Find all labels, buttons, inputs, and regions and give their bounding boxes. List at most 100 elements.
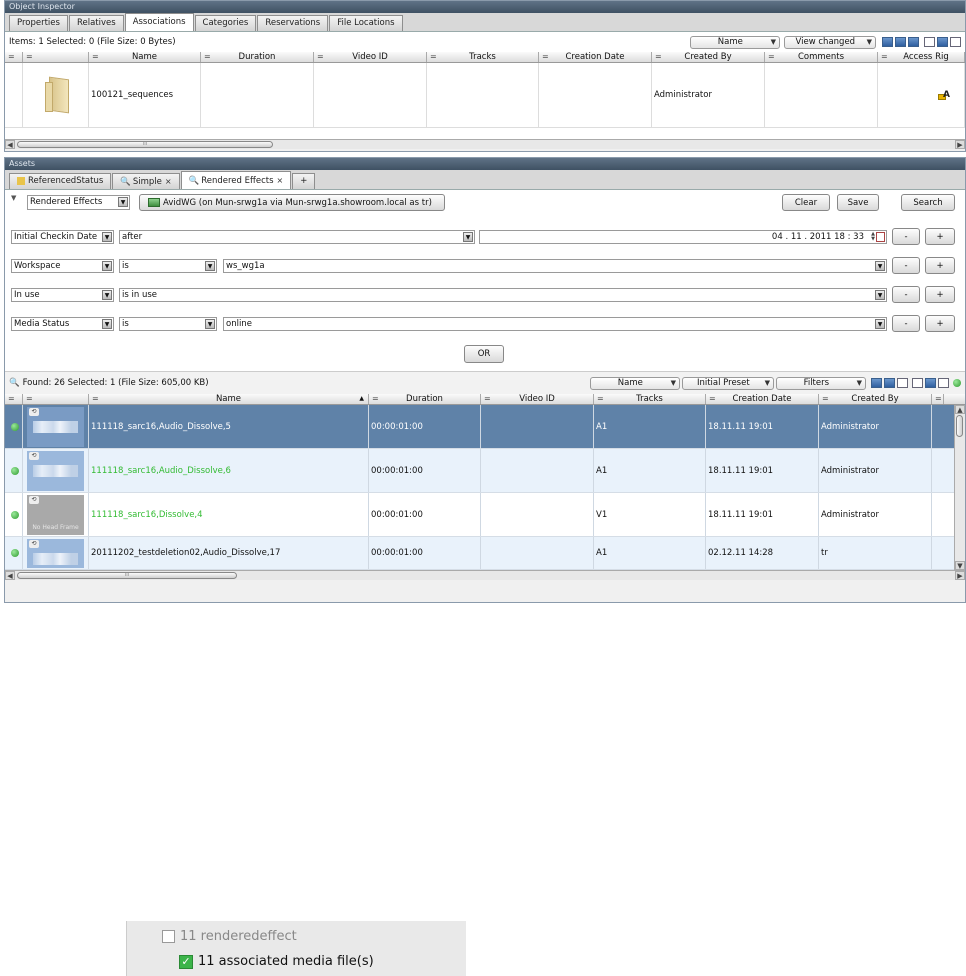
spinner-icon[interactable]: ▲ ▼ xyxy=(871,232,875,242)
detail-view-icon[interactable] xyxy=(895,37,906,47)
query-type-select[interactable]: Rendered Effects ▼ xyxy=(27,195,130,210)
add-filter-button[interactable]: + xyxy=(925,315,955,332)
calendar-icon[interactable] xyxy=(876,232,885,242)
grid-view-icon[interactable] xyxy=(897,378,908,388)
checkbox-checked-icon[interactable]: ✓ xyxy=(179,954,193,969)
sort-combo[interactable]: Name ▼ xyxy=(690,35,780,49)
layout-view-icon[interactable] xyxy=(924,37,935,47)
tab-referenced-status[interactable]: ReferencedStatus xyxy=(9,173,112,189)
tab-associations[interactable]: Associations xyxy=(124,13,194,31)
column-header-video-id[interactable]: = Video ID xyxy=(314,52,427,62)
grid-view-icon[interactable] xyxy=(908,37,919,47)
scroll-right-icon[interactable]: ▶ xyxy=(955,571,965,580)
filters-combo[interactable]: Filters ▼ xyxy=(776,376,866,390)
table-row[interactable]: No Head Frame ⟲ 111118_sarc16,Dissolve,4 00… xyxy=(5,493,965,537)
column-header-extra[interactable]: = xyxy=(932,394,944,404)
column-header-status[interactable]: = xyxy=(5,52,23,62)
preset-combo[interactable]: Initial Preset ▼ xyxy=(682,376,774,390)
column-header-name[interactable]: = Name xyxy=(89,52,201,62)
results-vscroll[interactable]: ▲ ▼ xyxy=(954,405,965,570)
column-header-created-by[interactable]: = Created By xyxy=(819,394,932,404)
column-header-access-rights[interactable]: = Access Rig xyxy=(878,52,965,62)
scroll-thumb[interactable]: III xyxy=(17,572,237,579)
column-header-thumb[interactable]: = xyxy=(23,394,89,404)
results-sort-combo[interactable]: Name ▼ xyxy=(590,376,680,390)
column-header-tracks[interactable]: = Tracks xyxy=(594,394,706,404)
column-header-duration[interactable]: = Duration xyxy=(201,52,314,62)
column-header-creation-date[interactable]: = Creation Date xyxy=(706,394,819,404)
column-header-comments[interactable]: = Comments xyxy=(765,52,878,62)
filter-op-select[interactable]: is in use ▼ xyxy=(119,288,887,302)
scroll-thumb[interactable]: III xyxy=(17,141,273,148)
date-time-field[interactable]: 04 . 11 . 2011 18 : 33 ▲ ▼ xyxy=(479,230,887,244)
column-header-video-id[interactable]: = Video ID xyxy=(481,394,594,404)
filter-op-label: after xyxy=(122,232,143,242)
legend-item-renderedeffect[interactable]: 11 renderedeffect xyxy=(162,929,297,944)
legend-item-media-files[interactable]: ✓ 11 associated media file(s) xyxy=(179,954,374,969)
tab-properties[interactable]: Properties xyxy=(9,15,68,31)
filter-field-select[interactable]: Workspace ▼ xyxy=(11,259,114,273)
column-creation-date-label: Creation Date xyxy=(732,394,792,404)
object-inspector-hscroll[interactable]: ◀ III ▶ xyxy=(5,139,965,149)
remove-filter-button[interactable]: - xyxy=(892,228,920,245)
layout-view-2-icon[interactable] xyxy=(937,37,948,47)
tab-rendered-effects[interactable]: 🔍 Rendered Effects × xyxy=(180,171,292,189)
layout-view-3-icon[interactable] xyxy=(938,378,949,388)
vscroll-thumb[interactable] xyxy=(956,415,963,437)
filter-op-select[interactable]: after ▼ xyxy=(119,230,475,244)
layout-view-icon[interactable] xyxy=(912,378,923,388)
remove-filter-button[interactable]: - xyxy=(892,315,920,332)
close-icon[interactable]: × xyxy=(277,176,284,185)
add-filter-button[interactable]: + xyxy=(925,286,955,303)
table-row[interactable]: ⟲ 20111202_testdeletion02,Audio_Dissolve,… xyxy=(5,537,965,570)
scroll-left-icon[interactable]: ◀ xyxy=(5,571,15,580)
tab-simple[interactable]: 🔍 Simple × xyxy=(112,173,180,189)
tab-categories[interactable]: Categories xyxy=(194,15,257,31)
column-header-duration[interactable]: = Duration xyxy=(369,394,481,404)
column-header-status[interactable]: = xyxy=(5,394,23,404)
or-button[interactable]: OR xyxy=(464,345,504,363)
tab-file-locations[interactable]: File Locations xyxy=(329,15,403,31)
table-row[interactable]: ⟲ 111118_sarc16,Audio_Dissolve,5 00:00:01:… xyxy=(5,405,965,449)
server-button[interactable]: AvidWG (on Mun-srwg1a via Mun-srwg1a.sho… xyxy=(139,194,445,211)
list-view-icon[interactable] xyxy=(871,378,882,388)
scroll-up-icon[interactable]: ▲ xyxy=(955,405,965,414)
table-row[interactable]: ⟲ 111118_sarc16,Audio_Dissolve,6 00:00:01:… xyxy=(5,449,965,493)
results-hscroll[interactable]: ◀ III ▶ xyxy=(5,570,965,580)
save-button[interactable]: Save xyxy=(837,194,879,211)
filter-op-select[interactable]: is ▼ xyxy=(119,259,217,273)
scroll-left-icon[interactable]: ◀ xyxy=(5,140,15,149)
close-icon[interactable]: × xyxy=(165,177,172,186)
table-row[interactable]: 100121_sequences Administrator A xyxy=(5,63,965,128)
column-header-thumb[interactable]: = xyxy=(23,52,89,62)
filter-field-select[interactable]: Media Status ▼ xyxy=(11,317,114,331)
column-header-tracks[interactable]: = Tracks xyxy=(427,52,539,62)
add-tab-button[interactable]: + xyxy=(292,173,316,189)
scroll-down-icon[interactable]: ▼ xyxy=(955,561,965,570)
tab-relatives[interactable]: Relatives xyxy=(68,15,124,31)
column-header-created-by[interactable]: = Created By xyxy=(652,52,765,62)
filter-op-select[interactable]: is ▼ xyxy=(119,317,217,331)
clear-button[interactable]: Clear xyxy=(782,194,830,211)
list-view-icon[interactable] xyxy=(882,37,893,47)
column-header-creation-date[interactable]: = Creation Date xyxy=(539,52,652,62)
filter-field-select[interactable]: In use ▼ xyxy=(11,288,114,302)
column-header-name[interactable]: = Name ▲ xyxy=(89,394,369,404)
layout-view-3-icon[interactable] xyxy=(950,37,961,47)
filter-field-select[interactable]: Initial Checkin Date ▼ xyxy=(11,230,114,244)
remove-filter-button[interactable]: - xyxy=(892,257,920,274)
view-combo[interactable]: View changed ▼ xyxy=(784,35,876,49)
search-button[interactable]: Search xyxy=(901,194,955,211)
chevron-down-icon: ▼ xyxy=(205,261,215,271)
scroll-right-icon[interactable]: ▶ xyxy=(955,140,965,149)
collapse-icon[interactable]: ▼ xyxy=(11,194,16,202)
tab-reservations[interactable]: Reservations xyxy=(257,15,329,31)
checkbox-unchecked-icon[interactable] xyxy=(162,930,175,943)
add-filter-button[interactable]: + xyxy=(925,228,955,245)
filter-value-select[interactable]: ws_wg1a ▼ xyxy=(223,259,887,273)
layout-view-2-icon[interactable] xyxy=(925,378,936,388)
filter-value-select[interactable]: online ▼ xyxy=(223,317,887,331)
add-filter-button[interactable]: + xyxy=(925,257,955,274)
remove-filter-button[interactable]: - xyxy=(892,286,920,303)
detail-view-icon[interactable] xyxy=(884,378,895,388)
